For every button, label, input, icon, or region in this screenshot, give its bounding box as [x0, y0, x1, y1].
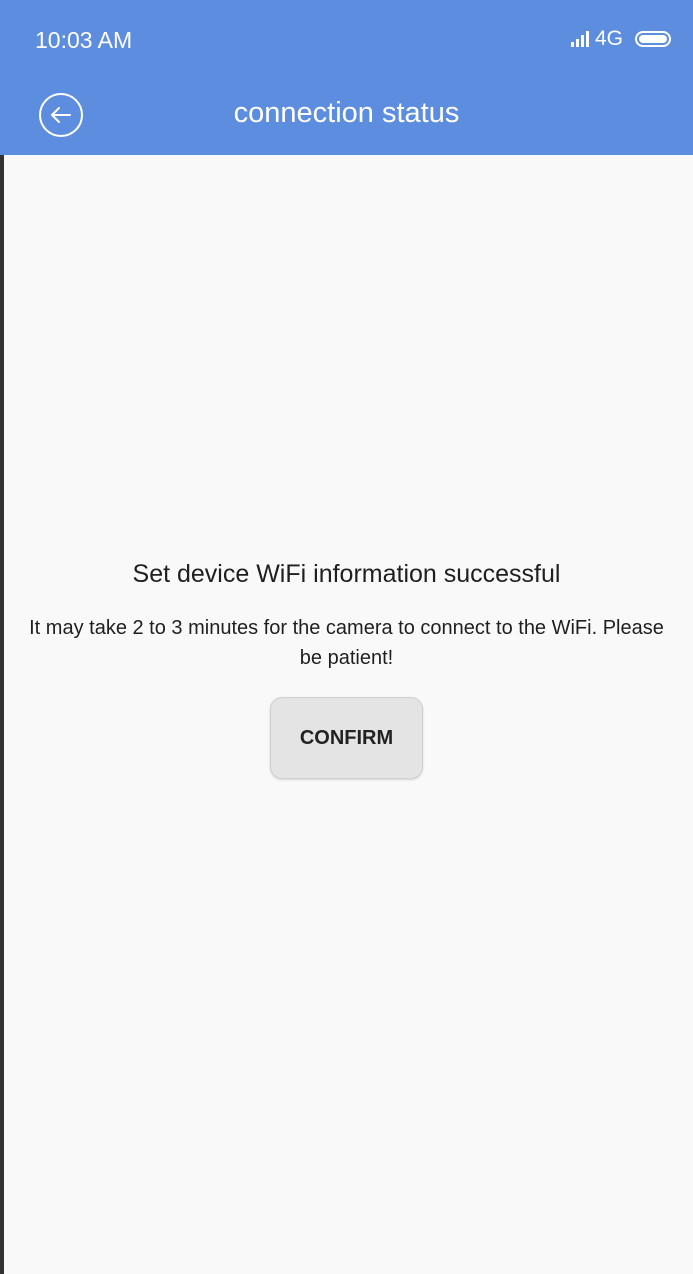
success-headline: Set device WiFi information successful	[132, 560, 561, 588]
status-content: Set device WiFi information successful I…	[0, 560, 693, 779]
confirm-button[interactable]: CONFIRM	[270, 697, 423, 779]
status-bar: 10:03 AM 4G	[0, 0, 693, 80]
network-type: 4G	[594, 27, 623, 50]
signal-icon	[570, 31, 589, 47]
status-time: 10:03 AM	[35, 27, 133, 53]
app-bar: 10:03 AM 4G connection status	[0, 0, 693, 155]
battery-icon	[635, 31, 671, 47]
page-title: connection status	[233, 97, 460, 129]
status-indicators: 4G	[570, 26, 671, 52]
connection-message: It may take 2 to 3 minutes for the camer…	[29, 617, 664, 669]
screen: 10:03 AM 4G connection status Set device…	[0, 0, 693, 1274]
